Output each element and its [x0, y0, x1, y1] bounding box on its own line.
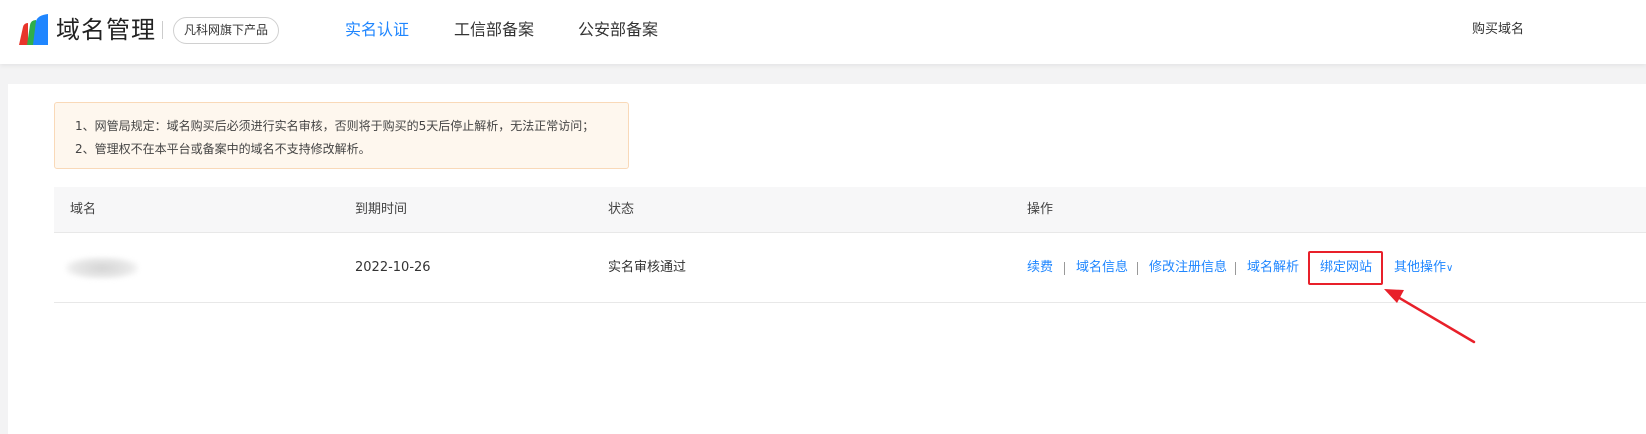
expiry-date: 2022-10-26 [355, 260, 431, 275]
top-header: 域名管理 凡科网旗下产品 实名认证 工信部备案 公安部备案 购买域名 [0, 0, 1646, 64]
header-status: 状态 [608, 202, 635, 217]
domain-info-link[interactable]: 域名信息 [1076, 259, 1128, 277]
annotation-highlight-box [1308, 251, 1383, 285]
brand-title: 域名管理 [56, 16, 156, 44]
tab-miit-filing[interactable]: 工信部备案 [454, 18, 534, 42]
logo-icon [19, 14, 48, 45]
main-panel: 1、网管局规定：域名购买后必须进行实名审核，否则将于购买的5天后停止解析，无法正… [8, 84, 1646, 434]
table-row: 2022-10-26 实名审核通过 续费 域名信息 修改注册信息 域名解析 绑定… [54, 233, 1646, 303]
tab-real-name[interactable]: 实名认证 [345, 18, 409, 42]
tab-police-filing[interactable]: 公安部备案 [578, 18, 658, 42]
action-divider [1064, 262, 1065, 275]
table-header: 域名 到期时间 状态 操作 [54, 187, 1646, 233]
brand-badge: 凡科网旗下产品 [173, 17, 280, 44]
status-text: 实名审核通过 [608, 260, 687, 275]
notice-line-1: 1、网管局规定：域名购买后必须进行实名审核，否则将于购买的5天后停止解析，无法正… [75, 119, 595, 133]
buy-domain-link[interactable]: 购买域名 [1472, 21, 1524, 39]
action-divider [1137, 262, 1138, 275]
header-expiry: 到期时间 [355, 202, 408, 217]
notice-line-2: 2、管理权不在本平台或备案中的域名不支持修改解析。 [75, 142, 371, 156]
renew-link[interactable]: 续费 [1027, 259, 1053, 277]
header-actions: 操作 [1027, 202, 1054, 217]
brand-divider [162, 21, 163, 39]
more-actions-dropdown[interactable]: 其他操作∨ [1394, 259, 1453, 278]
edit-registration-link[interactable]: 修改注册信息 [1149, 259, 1227, 277]
chevron-down-icon: ∨ [1446, 263, 1454, 274]
header-domain: 域名 [70, 202, 97, 217]
more-actions-label: 其他操作 [1394, 260, 1447, 275]
domain-name-redacted [66, 257, 138, 279]
domain-dns-link[interactable]: 域名解析 [1247, 259, 1299, 277]
notice-box: 1、网管局规定：域名购买后必须进行实名审核，否则将于购买的5天后停止解析，无法正… [54, 102, 629, 169]
action-divider [1235, 262, 1236, 275]
